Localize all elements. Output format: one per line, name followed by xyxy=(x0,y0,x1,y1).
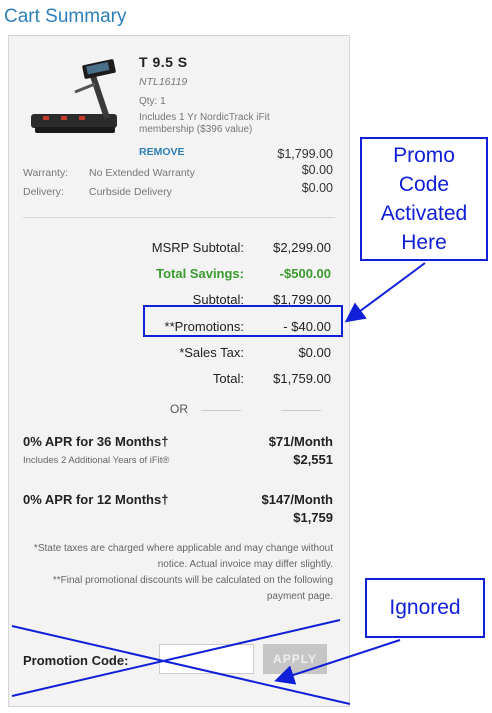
warranty-value[interactable]: No Extended Warranty xyxy=(89,167,195,179)
total-savings-label: Total Savings: xyxy=(156,266,244,281)
promotions-highlight-box xyxy=(143,305,343,337)
callout-line-3: Activated xyxy=(380,202,468,225)
ignored-callout: Ignored xyxy=(365,578,485,638)
disclaimer-notes: *State taxes are charged where applicabl… xyxy=(13,541,333,605)
promo-disclaimer: **Final promotional discounts will be ca… xyxy=(52,575,333,602)
msrp-subtotal-label: MSRP Subtotal: xyxy=(151,240,244,255)
financing-12-total: $1,759 xyxy=(293,510,333,525)
total-savings-value: -$500.00 xyxy=(279,266,331,281)
delivery-value[interactable]: Curbside Delivery xyxy=(89,186,172,198)
remove-button[interactable]: REMOVE xyxy=(139,146,185,158)
promotion-code-label: Promotion Code: xyxy=(23,653,129,668)
delivery-label: Delivery: xyxy=(23,186,64,198)
warranty-amount: $0.00 xyxy=(301,163,333,177)
delivery-amount: $0.00 xyxy=(301,181,333,195)
callout-line-2: Code xyxy=(398,173,450,196)
product-name[interactable]: T 9.5 S xyxy=(139,54,188,70)
or-divider-right xyxy=(281,410,321,411)
msrp-subtotal-value: $2,299.00 xyxy=(273,240,331,255)
financing-36-monthly: $71/Month xyxy=(268,434,333,449)
tax-disclaimer: *State taxes are charged where applicabl… xyxy=(33,543,333,570)
promotion-code-input[interactable] xyxy=(159,644,254,674)
product-includes: Includes 1 Yr NordicTrack iFit membershi… xyxy=(139,112,270,135)
financing-12-monthly: $147/Month xyxy=(261,492,333,507)
product-qty: Qty: 1 xyxy=(139,96,166,107)
financing-36-title[interactable]: 0% APR for 36 Months† xyxy=(23,434,168,449)
financing-36-sub: Includes 2 Additional Years of iFit® xyxy=(23,455,170,466)
cart-summary-panel: T 9.5 S NTL16119 Qty: 1 Includes 1 Yr No… xyxy=(8,35,350,707)
product-price: $1,799.00 xyxy=(277,147,333,161)
warranty-label: Warranty: xyxy=(23,167,69,179)
sales-tax-label: *Sales Tax: xyxy=(179,345,244,360)
financing-36-total: $2,551 xyxy=(293,452,333,467)
section-divider xyxy=(23,217,335,218)
page-title: Cart Summary xyxy=(4,6,127,27)
financing-12-title[interactable]: 0% APR for 12 Months† xyxy=(23,492,168,507)
apply-button[interactable]: APPLY xyxy=(263,644,327,674)
callout-line-1: Promo xyxy=(393,144,455,167)
or-text: OR xyxy=(170,402,188,416)
total-label: Total: xyxy=(212,371,244,386)
arrow-to-promotions xyxy=(344,262,426,323)
product-sku: NTL16119 xyxy=(139,76,188,88)
total-value: $1,759.00 xyxy=(273,371,331,386)
callout-line-4: Here xyxy=(401,231,447,254)
promo-activated-callout: Promo Code Activated Here xyxy=(360,137,488,261)
sales-tax-value: $0.00 xyxy=(298,345,331,360)
product-image xyxy=(31,59,117,133)
